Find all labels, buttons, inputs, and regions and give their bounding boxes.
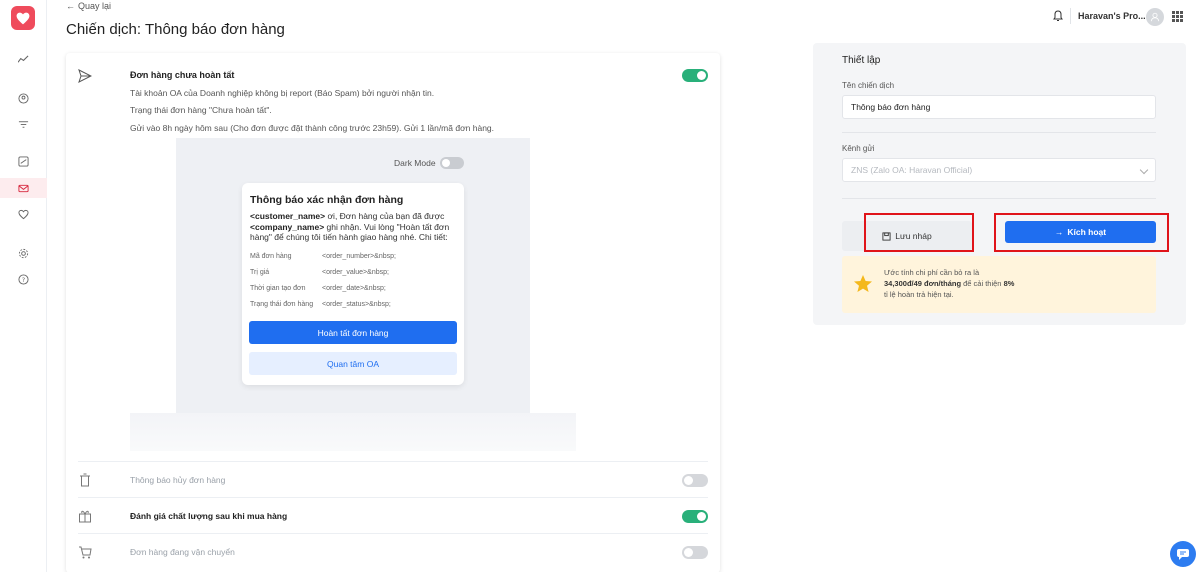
detail-key: Thời gian tạo đơn xyxy=(250,285,306,292)
cost-estimate-text: Ước tính chi phí cần bỏ ra là 34,300đ/49… xyxy=(884,267,1014,300)
settings-divider xyxy=(842,198,1156,199)
detail-row: Mã đơn hàng <order_number>&nbsp; xyxy=(250,253,460,260)
row-divider xyxy=(78,497,708,498)
sidebar-settings-icon[interactable] xyxy=(0,243,47,263)
customer-placeholder: <customer_name> xyxy=(250,211,326,221)
detail-value: <order_status>&nbsp; xyxy=(322,301,391,308)
follow-oa-button[interactable]: Quan tâm OA xyxy=(249,352,457,375)
cost-percent: 8% xyxy=(1003,279,1015,288)
sidebar-analytics-icon[interactable] xyxy=(0,49,47,69)
trash-icon xyxy=(80,473,90,487)
sidebar-customer-icon[interactable] xyxy=(0,88,47,108)
chevron-down-icon xyxy=(1139,165,1149,175)
shipping-toggle[interactable] xyxy=(682,546,708,559)
cost-amount: 34,300đ/49 đơn/tháng xyxy=(884,279,962,288)
detail-value: <order_number>&nbsp; xyxy=(322,253,396,260)
campaign-toggle[interactable] xyxy=(682,69,708,82)
campaign-row-label: Đơn hàng đang vận chuyển xyxy=(130,547,235,557)
preview-fade xyxy=(130,413,576,451)
review-toggle[interactable] xyxy=(682,510,708,523)
detail-row: Trạng thái đơn hàng <order_status>&nbsp; xyxy=(250,301,460,308)
cost-middle: để cải thiện xyxy=(961,279,1004,288)
sidebar-help-icon[interactable]: ? xyxy=(0,269,47,289)
header-divider xyxy=(1070,8,1071,24)
highlight-save-draft xyxy=(864,213,974,252)
message-body: <customer_name> ơi, Đơn hàng của bạn đã … xyxy=(250,211,458,243)
complete-order-button[interactable]: Hoàn tất đơn hàng xyxy=(249,321,457,344)
cost-estimate-box: Ước tính chi phí cần bỏ ra là 34,300đ/49… xyxy=(842,256,1156,313)
message-title: Thông báo xác nhận đơn hàng xyxy=(250,194,404,206)
dark-mode-label: Dark Mode xyxy=(394,158,436,168)
user-icon xyxy=(1150,12,1160,22)
chat-icon xyxy=(1177,549,1189,560)
row-divider xyxy=(78,533,708,534)
channel-label: Kênh gửi xyxy=(842,144,875,153)
settings-title: Thiết lập xyxy=(842,55,881,66)
detail-key: Trạng thái đơn hàng xyxy=(250,301,314,308)
campaign-desc-1: Tài khoản OA của Doanh nghiệp không bị r… xyxy=(130,88,435,98)
cost-line-3: tỉ lệ hoàn trả hiện tại. xyxy=(884,290,954,299)
page-title: Chiến dịch: Thông báo đơn hàng xyxy=(66,21,285,38)
detail-key: Trị giá xyxy=(250,269,270,276)
campaign-desc-2: Trạng thái đơn hàng "Chưa hoàn tất". xyxy=(130,105,272,115)
channel-select[interactable]: ZNS (Zalo OA: Haravan Official) xyxy=(842,158,1156,182)
campaign-row-label: Đánh giá chất lượng sau khi mua hàng xyxy=(130,511,288,521)
campaign-name-input[interactable]: Thông báo đơn hàng xyxy=(842,95,1156,119)
settings-panel: Thiết lập Tên chiến dịch Thông báo đơn h… xyxy=(813,43,1186,325)
send-icon xyxy=(78,69,92,83)
detail-value: <order_value>&nbsp; xyxy=(322,269,389,276)
sidebar-report-icon[interactable] xyxy=(0,151,47,171)
campaign-card: Đơn hàng chưa hoàn tất Tài khoản OA của … xyxy=(66,53,720,572)
row-divider xyxy=(78,461,708,462)
back-link[interactable]: ← Quay lại xyxy=(66,1,111,11)
company-placeholder: <company_name> xyxy=(250,221,325,232)
cost-line-1: Ước tính chi phí cần bỏ ra là xyxy=(884,268,980,277)
chat-button[interactable] xyxy=(1170,541,1196,567)
settings-divider xyxy=(842,132,1156,133)
campaign-name-label: Tên chiến dịch xyxy=(842,81,895,90)
heart-logo-icon[interactable] xyxy=(11,6,35,30)
detail-row: Trị giá <order_value>&nbsp; xyxy=(250,269,460,276)
sidebar: ? xyxy=(0,0,47,572)
arrow-left-icon: ← xyxy=(66,1,75,11)
detail-key: Mã đơn hàng xyxy=(250,253,292,260)
cancel-order-toggle[interactable] xyxy=(682,474,708,487)
campaign-title: Đơn hàng chưa hoàn tất xyxy=(130,70,235,80)
campaign-row-label: Thông báo hủy đơn hàng xyxy=(130,475,226,485)
bell-icon[interactable] xyxy=(1052,10,1064,22)
dark-mode-toggle[interactable] xyxy=(440,157,464,169)
svg-text:?: ? xyxy=(22,275,25,283)
campaign-desc-3: Gửi vào 8h ngày hôm sau (Cho đơn được đặ… xyxy=(130,123,495,133)
message-preview: Thông báo xác nhận đơn hàng <customer_na… xyxy=(242,183,464,385)
highlight-activate xyxy=(994,213,1169,252)
user-name[interactable]: Haravan's Pro... xyxy=(1078,11,1146,21)
message-body-part1: ơi, Đơn hàng của bạn đã được xyxy=(325,211,445,221)
sidebar-heart-icon[interactable] xyxy=(0,204,47,224)
sidebar-filter-icon[interactable] xyxy=(0,114,47,134)
cart-icon xyxy=(79,546,92,559)
detail-value: <order_date>&nbsp; xyxy=(322,285,386,292)
star-icon xyxy=(854,275,872,292)
back-label: Quay lại xyxy=(78,1,112,11)
avatar[interactable] xyxy=(1146,8,1164,26)
sidebar-mail-icon[interactable] xyxy=(0,178,47,198)
cost-line-2: 34,300đ/49 đơn/tháng để cải thiện 8% xyxy=(884,278,1014,289)
channel-value: ZNS (Zalo OA: Haravan Official) xyxy=(851,165,973,175)
detail-row: Thời gian tạo đơn <order_date>&nbsp; xyxy=(250,285,460,292)
apps-grid-icon[interactable] xyxy=(1172,11,1183,22)
gift-icon xyxy=(79,510,91,523)
